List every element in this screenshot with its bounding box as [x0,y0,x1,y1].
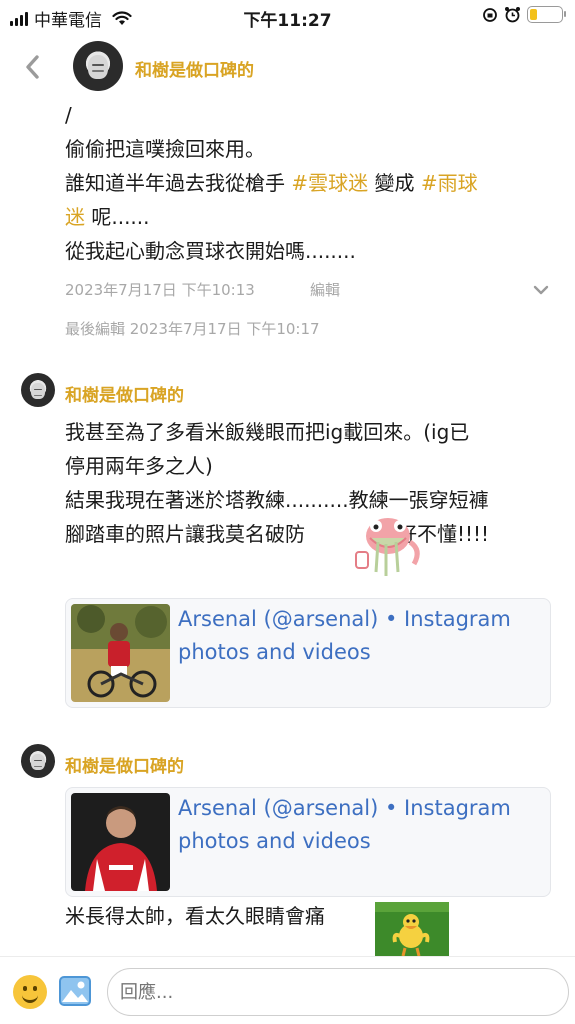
link-preview-card[interactable]: Arsenal (@arsenal) • Instagram photos an… [65,598,551,708]
edit-link[interactable]: 編輯 [310,279,340,300]
author-name[interactable]: 和樹是做口碑的 [135,56,254,81]
status-bar: 中華電信 下午11:27 [0,0,575,34]
pink-frog-sticker [355,518,420,576]
link-preview-card[interactable]: Arsenal (@arsenal) • Instagram photos an… [65,787,551,897]
comment-author[interactable]: 和樹是做口碑的 [65,381,184,406]
emoji-icon[interactable] [13,975,47,1009]
post-date: 2023年7月17日 下午10:13 [65,281,255,299]
comment-line: 停用兩年多之人) [65,454,213,478]
duck-sticker [375,902,449,956]
link-title[interactable]: Arsenal (@arsenal) • Instagram photos an… [178,792,538,858]
image-upload-icon[interactable] [59,976,91,1006]
battery-icon [527,6,566,23]
post-line: 偷偷把這噗撿回來用。 [65,137,265,161]
post-line: 迷 呢...... [65,205,150,229]
thread-header: 和樹是做口碑的 [0,40,575,96]
comment-line: 米長得太帥，看太久眼睛會痛 [65,904,325,928]
comment-author[interactable]: 和樹是做口碑的 [65,752,184,777]
hashtag-link[interactable]: #雲球迷 [291,171,368,195]
reply-input[interactable] [107,968,569,1016]
post-line: / [65,103,72,127]
hashtag-link[interactable]: #雨球 [421,171,478,195]
orientation-lock-icon [483,7,497,22]
link-thumbnail-image [71,793,170,891]
last-edited-label: 最後編輯 2023年7月17日 下午10:17 [65,320,320,338]
comment-line: 腳踏車的照片讓我莫名破防 好不懂!!!! [65,522,490,546]
comment-avatar[interactable] [21,373,55,407]
hashtag-link[interactable]: 迷 [65,205,85,229]
alarm-icon [505,7,520,23]
post-line: 誰知道半年過去我從槍手 #雲球迷 變成 #雨球 [65,171,478,195]
post-line: 從我起心動念買球衣開始嗎........ [65,239,356,263]
author-avatar[interactable] [73,41,123,91]
link-thumbnail-image [71,604,170,702]
post-body: / 偷偷把這噗撿回來用。 誰知道半年過去我從槍手 #雲球迷 變成 #雨球 迷 呢… [65,98,545,268]
comment-line: 結果我現在著迷於塔教練..........教練一張穿短褲 [65,488,489,512]
reply-bar [0,956,575,1024]
comment-body: 我甚至為了多看米飯幾眼而把ig載回來。(ig已 停用兩年多之人) 結果我現在著迷… [65,415,550,551]
comment-body: 米長得太帥，看太久眼睛會痛 [65,899,550,933]
link-title[interactable]: Arsenal (@arsenal) • Instagram photos an… [178,603,538,669]
back-chevron-icon[interactable] [20,52,46,82]
comment-line: 我甚至為了多看米飯幾眼而把ig載回來。(ig已 [65,420,470,444]
comment-avatar[interactable] [21,744,55,778]
chevron-down-icon[interactable] [532,281,550,299]
post-meta: 2023年7月17日 下午10:13 編輯 [65,279,555,303]
